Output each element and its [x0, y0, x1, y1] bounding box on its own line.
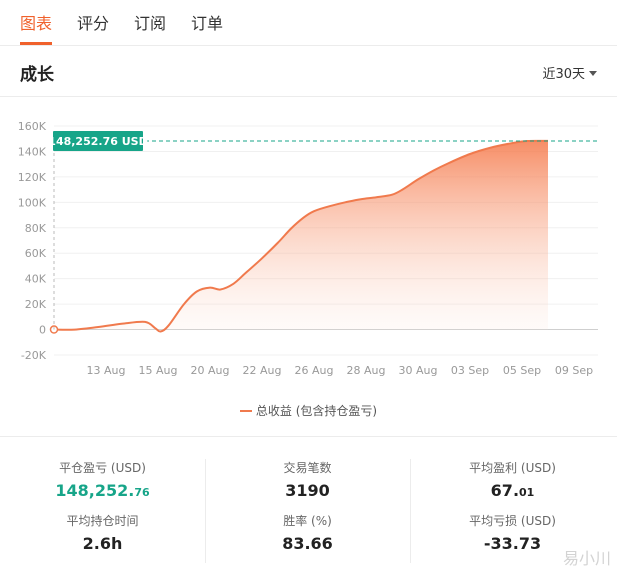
legend-swatch [239, 409, 252, 412]
x-tick-label: 26 Aug [295, 364, 334, 377]
y-tick-label: -20K [21, 349, 47, 362]
x-tick-label: 30 Aug [399, 364, 438, 377]
y-tick-label: 40K [25, 273, 47, 286]
stat-avg-hold-time: 平均持仓时间 2.6h [0, 512, 205, 553]
stat-value: 3190 [285, 481, 330, 500]
tab-bar: 图表 评分 订阅 订单 [0, 0, 617, 46]
section-header: 成长 近30天 [0, 47, 617, 97]
x-tick-label: 22 Aug [243, 364, 282, 377]
y-tick-label: 140K [18, 145, 47, 158]
y-tick-label: 80K [25, 222, 47, 235]
x-tick-label: 20 Aug [191, 364, 230, 377]
growth-chart: 160K 140K 120K 100K 80K 60K 40K 20K 0 -20K 13 Aug 1… [0, 98, 617, 428]
stat-win-rate: 胜率 (%) 83.66 [205, 512, 410, 553]
stat-value: 67.01 [490, 481, 535, 500]
stat-value: 83.66 [282, 534, 333, 553]
stat-closed-pnl: 平仓盈亏 (USD) 148,252.76 [0, 459, 205, 500]
tab-charts[interactable]: 图表 [20, 10, 52, 34]
x-tick-label: 28 Aug [347, 364, 386, 377]
stat-label: 平均持仓时间 [66, 514, 139, 528]
stat-avg-profit: 平均盈利 (USD) 67.01 [410, 459, 615, 500]
y-tick-label: 20K [25, 298, 47, 311]
stat-value: 2.6h [82, 534, 123, 553]
x-tick-label: 09 Sep [555, 364, 593, 377]
stat-label: 平均亏损 (USD) [469, 514, 556, 528]
y-tick-label: 120K [18, 171, 47, 184]
tab-orders[interactable]: 订单 [191, 10, 223, 34]
y-tick-label: 60K [25, 247, 47, 260]
x-tick-label: 05 Sep [503, 364, 541, 377]
stat-label: 交易笔数 [283, 461, 332, 475]
chart-legend[interactable]: 总收益 (包含持仓盈亏) [0, 402, 617, 419]
x-tick-label: 03 Sep [451, 364, 489, 377]
x-tick-label: 13 Aug [87, 364, 126, 377]
tab-subscribe[interactable]: 订阅 [134, 10, 166, 34]
stat-label: 胜率 (%) [283, 514, 332, 528]
stat-label: 平均盈利 (USD) [469, 461, 556, 475]
series-area [54, 140, 548, 332]
stat-label: 平仓盈亏 (USD) [59, 461, 146, 475]
section-title: 成长 [20, 65, 54, 85]
watermark: 易小川 [562, 549, 611, 568]
y-tick-label: 100K [18, 196, 47, 209]
tab-rating[interactable]: 评分 [77, 10, 109, 34]
legend-label: 总收益 (包含持仓盈亏) [255, 404, 378, 418]
stats-panel: 平仓盈亏 (USD) 148,252.76 交易笔数 3190 平均盈利 (US… [0, 436, 617, 575]
max-value-label: 148,252.76 USD [48, 135, 147, 148]
stat-trade-count: 交易笔数 3190 [205, 459, 410, 500]
time-range-label: 近30天 [542, 67, 585, 82]
active-tab-indicator [20, 42, 52, 45]
y-tick-label: 160K [18, 120, 47, 133]
x-tick-label: 15 Aug [139, 364, 178, 377]
y-tick-label: 0 [39, 324, 46, 337]
stat-value: 148,252.76 [55, 481, 150, 500]
growth-chart-svg: 160K 140K 120K 100K 80K 60K 40K 20K 0 -20K 13 Aug 1… [18, 120, 598, 377]
time-range-dropdown[interactable]: 近30天 [542, 63, 597, 82]
chevron-down-icon [589, 71, 597, 76]
